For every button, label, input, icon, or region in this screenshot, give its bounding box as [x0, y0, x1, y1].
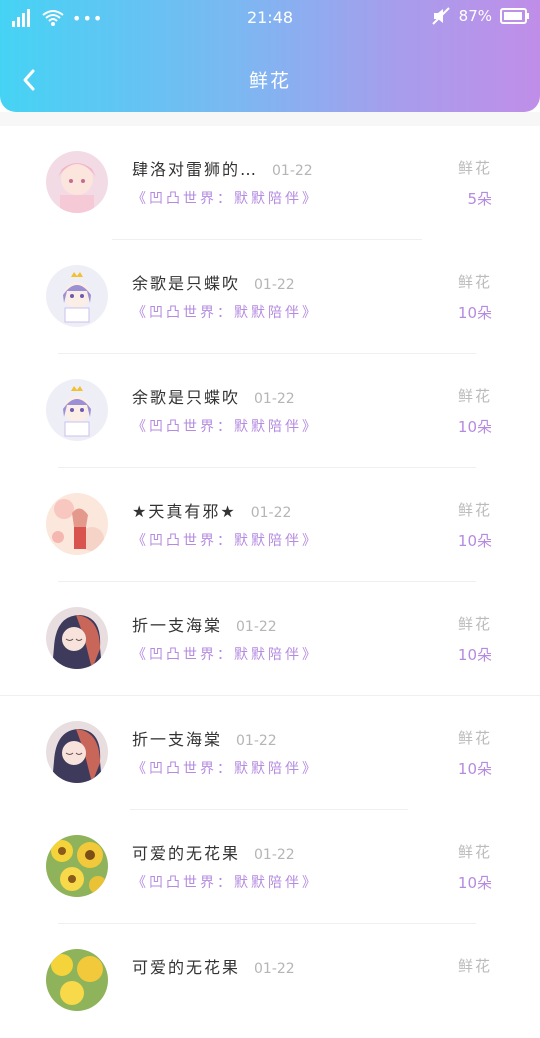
work-title: 《凹凸世界：默默陪伴》 [132, 419, 319, 435]
header-gap [0, 112, 540, 126]
list-item[interactable]: 余歌是只蝶吹 01-22 《凹凸世界：默默陪伴》 鲜花 10朵 [0, 354, 540, 468]
status-right: 87% [431, 6, 530, 26]
send-date: 01-22 [236, 733, 277, 749]
gift-count: 10朵 [457, 760, 492, 778]
work-title: 《凹凸世界：默默陪伴》 [132, 647, 319, 663]
list-item[interactable]: 肆洛对雷狮的… 01-22 《凹凸世界：默默陪伴》 鲜花 5朵 [0, 126, 540, 240]
send-date: 01-22 [254, 391, 295, 407]
mute-icon [431, 7, 450, 25]
send-date: 01-22 [254, 847, 295, 863]
gift-count: 5朵 [467, 190, 492, 208]
gift-count: 10朵 [457, 874, 492, 892]
page-title: 鲜花 [248, 70, 291, 92]
list-item[interactable]: 可爱的无花果 01-22 鲜花 [0, 924, 540, 1038]
status-bar: ••• 21:48 87% [0, 0, 540, 36]
user-name: 余歌是只蝶吹 01-22 [132, 274, 295, 293]
gift-count: 10朵 [457, 304, 492, 322]
gift-type: 鲜花 [457, 729, 492, 747]
gift-type: 鲜花 [457, 843, 492, 861]
user-name: 余歌是只蝶吹 01-22 [132, 388, 295, 407]
gift-type: 鲜花 [457, 273, 492, 291]
work-title: 《凹凸世界：默默陪伴》 [132, 761, 319, 777]
work-title: 《凹凸世界：默默陪伴》 [132, 305, 319, 321]
list-item[interactable]: 折一支海棠 01-22 《凹凸世界：默默陪伴》 鲜花 10朵 [0, 696, 540, 810]
avatar[interactable] [46, 265, 108, 327]
gift-type: 鲜花 [457, 615, 492, 633]
avatar[interactable] [46, 151, 108, 213]
send-date: 01-22 [254, 277, 295, 293]
avatar[interactable] [46, 607, 108, 669]
work-title: 《凹凸世界：默默陪伴》 [132, 875, 319, 891]
send-date: 01-22 [236, 619, 277, 635]
battery-icon [500, 8, 529, 24]
work-title: 《凹凸世界：默默陪伴》 [132, 533, 319, 549]
gift-count: 10朵 [457, 646, 492, 664]
gift-type: 鲜花 [457, 957, 492, 975]
work-title: 《凹凸世界：默默陪伴》 [132, 191, 319, 207]
gift-type: 鲜花 [457, 387, 492, 405]
avatar[interactable] [46, 493, 108, 555]
user-name: 可爱的无花果 01-22 [132, 844, 295, 863]
user-name: ★天真有邪★ 01-22 [132, 502, 292, 521]
avatar[interactable] [46, 949, 108, 1011]
user-name: 折一支海棠 01-22 [132, 616, 277, 635]
gift-count: 10朵 [457, 532, 492, 550]
list-item[interactable]: 折一支海棠 01-22 《凹凸世界：默默陪伴》 鲜花 10朵 [0, 582, 540, 696]
send-date: 01-22 [272, 163, 313, 179]
list-item[interactable]: 可爱的无花果 01-22 《凹凸世界：默默陪伴》 鲜花 10朵 [0, 810, 540, 924]
send-date: 01-22 [254, 961, 295, 977]
user-name: 肆洛对雷狮的… 01-22 [132, 160, 313, 179]
user-name: 折一支海棠 01-22 [132, 730, 277, 749]
user-name: 可爱的无花果 01-22 [132, 958, 295, 977]
gift-type: 鲜花 [457, 159, 492, 177]
list-item[interactable]: 余歌是只蝶吹 01-22 《凹凸世界：默默陪伴》 鲜花 10朵 [0, 240, 540, 354]
gift-type: 鲜花 [457, 501, 492, 519]
battery-percent: 87% [458, 7, 492, 25]
list-item[interactable]: ★天真有邪★ 01-22 《凹凸世界：默默陪伴》 鲜花 10朵 [0, 468, 540, 582]
send-date: 01-22 [250, 505, 292, 521]
avatar[interactable] [46, 721, 108, 783]
avatar[interactable] [46, 379, 108, 441]
app-header: ••• 21:48 87% 鲜花 [0, 0, 540, 112]
avatar[interactable] [46, 835, 108, 897]
gift-count: 10朵 [457, 418, 492, 436]
